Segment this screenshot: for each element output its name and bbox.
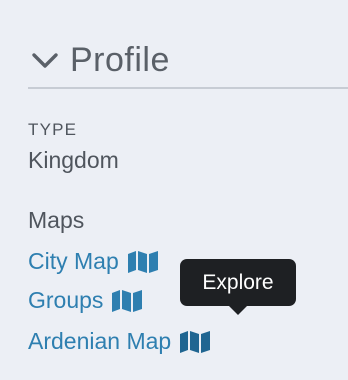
tooltip-arrow bbox=[228, 305, 248, 315]
explore-tooltip: Explore bbox=[180, 259, 296, 306]
chevron-down-icon bbox=[32, 53, 58, 68]
maps-label: Maps bbox=[28, 207, 85, 233]
map-link-city-map[interactable]: City Map bbox=[28, 248, 159, 275]
map-icon bbox=[180, 330, 211, 353]
map-icon bbox=[127, 250, 158, 273]
profile-section-toggle[interactable]: Profile bbox=[28, 38, 170, 82]
map-link-label: City Map bbox=[28, 248, 119, 274]
section-divider bbox=[28, 87, 348, 89]
type-value: Kingdom bbox=[28, 147, 119, 173]
section-title: Profile bbox=[70, 40, 170, 79]
profile-panel: Profile TYPE Kingdom Maps City Map Group… bbox=[0, 0, 348, 380]
map-icon bbox=[112, 289, 143, 312]
type-label: TYPE bbox=[28, 120, 78, 139]
map-link-label: Groups bbox=[28, 287, 104, 313]
map-link-ardenian-map[interactable]: Ardenian Map bbox=[28, 328, 211, 355]
map-link-label: Ardenian Map bbox=[28, 328, 172, 354]
map-link-groups[interactable]: Groups bbox=[28, 287, 143, 314]
